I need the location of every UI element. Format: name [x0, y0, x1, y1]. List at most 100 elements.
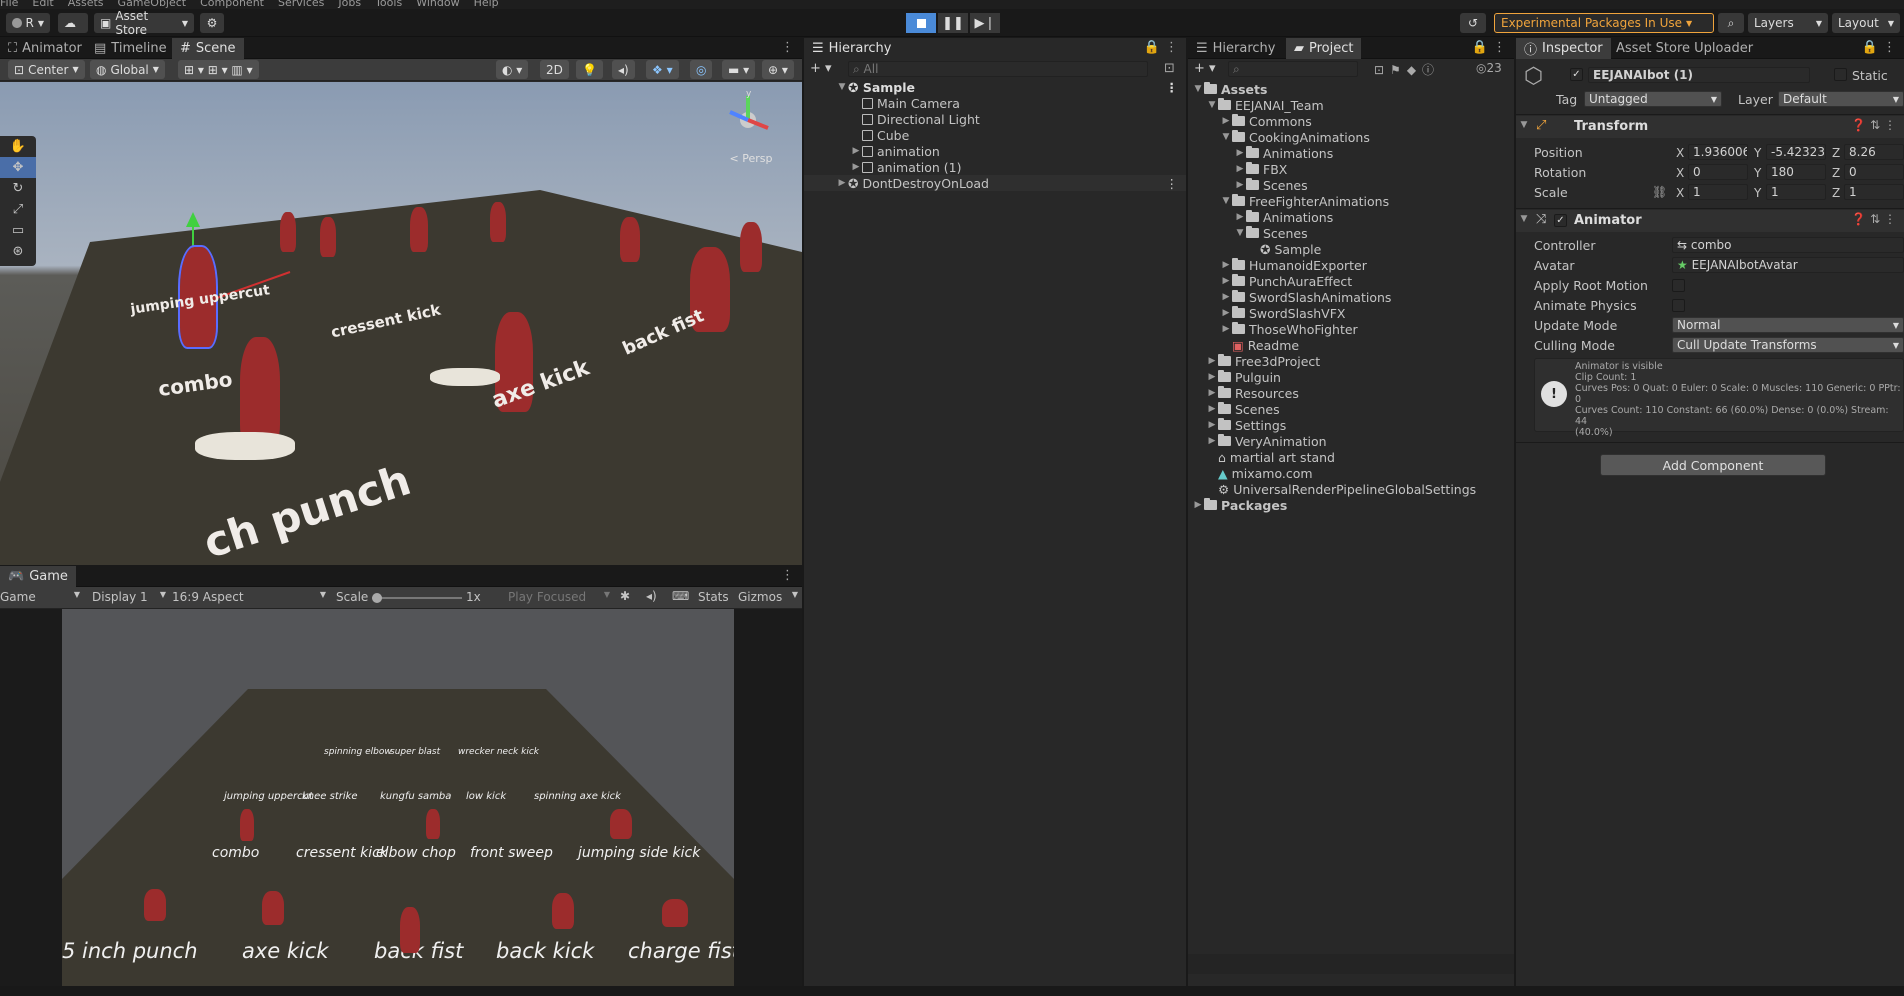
layout-dropdown[interactable]: Layout ▼ [1832, 13, 1900, 33]
tab-scene[interactable]: # Scene [172, 38, 244, 59]
tab-animator[interactable]: ⛶ Animator [0, 38, 90, 59]
physics-checkbox[interactable] [1672, 299, 1685, 312]
game-mode-dropdown[interactable]: Game ▼ [0, 590, 80, 604]
tree-item[interactable]: ⌂ martial art stand [1188, 449, 1514, 465]
culling-mode-dropdown[interactable]: Cull Update Transforms ▼ [1672, 337, 1904, 353]
active-checkbox[interactable]: ✓ [1570, 68, 1583, 81]
asset-store-button[interactable]: ▣ Asset Store ▼ [94, 9, 194, 37]
tree-item[interactable]: ▶ VeryAnimation [1188, 433, 1514, 449]
lock-icon[interactable]: 🔒 [1862, 40, 1878, 55]
pivot-dropdown[interactable]: ⊡ Center ▼ [8, 60, 85, 79]
hierarchy-search-input[interactable]: ⌕ All [848, 61, 1148, 77]
tree-item[interactable]: ⚙ UniversalRenderPipelineGlobalSettings [1188, 481, 1514, 497]
step-button[interactable]: ▶❘ [970, 13, 1000, 33]
rotation-x-field[interactable]: 0 [1688, 164, 1748, 180]
layer-dropdown[interactable]: Default ▼ [1778, 91, 1904, 107]
display-dropdown[interactable]: Display 1 ▼ [92, 590, 166, 604]
tree-item[interactable]: ▶ Animations [1188, 209, 1514, 225]
lighting-toggle[interactable]: 💡 [576, 60, 603, 79]
filter-icons[interactable]: ⊡⚑◆ⓘ [1374, 61, 1440, 78]
kebab-menu-icon[interactable]: ⋮ [1883, 40, 1896, 55]
constrain-proportions-icon[interactable]: ⛓ [1652, 185, 1667, 199]
menu-assets[interactable]: Assets [68, 0, 104, 9]
menu-jobs[interactable]: Jobs [338, 0, 361, 9]
hierarchy-item[interactable]: Main Camera [804, 95, 1186, 111]
scene-row-sample[interactable]: ▼ ✪ Sample ⋮ [804, 79, 1186, 95]
move-tool-icon[interactable]: ✥ [0, 157, 36, 178]
rotate-tool-icon[interactable]: ↻ [0, 178, 36, 199]
pause-button[interactable]: ❚❚ [938, 13, 968, 33]
cloud-button[interactable]: ☁ [58, 13, 88, 33]
hierarchy-item[interactable]: ▶ animation (1) [804, 159, 1186, 175]
game-viewport[interactable]: spinning elbow super blast wrecker neck … [62, 609, 734, 986]
static-checkbox[interactable] [1834, 68, 1847, 81]
menu-component[interactable]: Component [200, 0, 264, 9]
menu-services[interactable]: Services [278, 0, 324, 9]
kebab-menu-icon[interactable]: ⋮ [781, 40, 794, 55]
tab-game[interactable]: 🎮 Game [0, 566, 76, 587]
transform-tool-icon[interactable]: ⊛ [0, 241, 36, 262]
kebab-menu-icon[interactable]: ⋮ [1165, 40, 1178, 55]
character-figure[interactable] [410, 207, 428, 252]
kebab-menu-icon[interactable]: ⋮ [781, 568, 794, 583]
space-dropdown[interactable]: ◍ Global ▼ [90, 60, 165, 79]
create-button[interactable]: + ▾ [810, 61, 832, 76]
lock-icon[interactable]: 🔒 [1144, 40, 1160, 55]
play-focused-dropdown[interactable]: Play Focused ▼ [508, 590, 610, 604]
tree-item[interactable]: ▶ FBX [1188, 161, 1514, 177]
add-component-button[interactable]: Add Component [1600, 454, 1826, 476]
tree-item[interactable]: ▶ Scenes [1188, 401, 1514, 417]
kebab-menu-icon[interactable]: ⋮ [1166, 80, 1179, 95]
rotation-z-field[interactable]: 0 [1844, 164, 1904, 180]
rect-tool-icon[interactable]: ▭ [0, 220, 36, 241]
kebab-menu-icon[interactable]: ⋮ [1166, 176, 1179, 191]
menu-edit[interactable]: Edit [32, 0, 53, 9]
scale-x-field[interactable]: 1 [1688, 184, 1748, 200]
tab-inspector[interactable]: ⓘ Inspector [1516, 38, 1611, 59]
account-button[interactable]: R ▼ [6, 13, 50, 33]
object-name-field[interactable]: EEJANAIbot (1) [1588, 67, 1810, 83]
kebab-menu-icon[interactable]: ⋮ [1493, 40, 1506, 55]
orientation-gizmo[interactable]: y < Persp [716, 88, 786, 168]
hidden-count[interactable]: ◎23 [1476, 61, 1502, 75]
2d-toggle[interactable]: 2D [540, 60, 569, 79]
tab-timeline[interactable]: ▤ Timeline [86, 38, 175, 59]
tab-project[interactable]: ▰ Project [1286, 38, 1362, 59]
tab-asset-store-uploader[interactable]: Asset Store Uploader [1608, 38, 1761, 59]
tree-item[interactable]: ✪ Sample [1188, 241, 1514, 257]
tree-item[interactable]: ▶ Resources [1188, 385, 1514, 401]
bug-icon[interactable]: ✱ [620, 589, 630, 603]
mute-icon[interactable]: ◂) [646, 589, 657, 603]
root-motion-checkbox[interactable] [1672, 279, 1685, 292]
component-menu-icons[interactable]: ❓ ⇅ ⋮ [1851, 118, 1896, 132]
character-figure[interactable] [280, 212, 296, 252]
character-figure[interactable] [490, 202, 506, 242]
gizmos-button[interactable]: Gizmos ▼ [738, 590, 798, 604]
tree-item[interactable]: ▶ Free3dProject [1188, 353, 1514, 369]
scene-row-ddol[interactable]: ▶ ✪ DontDestroyOnLoad ⋮ [804, 175, 1186, 191]
transform-header[interactable]: ▼ ⤢ Transform ❓ ⇅ ⋮ [1516, 116, 1904, 138]
grid-snap-button[interactable]: ⊞ ▾ ⊞ ▾ ▥ ▾ [178, 60, 259, 79]
tree-item[interactable]: ▼ FreeFighterAnimations [1188, 193, 1514, 209]
shading-dropdown[interactable]: ◐ ▾ [496, 60, 529, 79]
menu-window[interactable]: Window [416, 0, 459, 9]
create-button[interactable]: + ▾ [1194, 61, 1216, 76]
position-y-field[interactable]: -5.42323 [1766, 144, 1826, 160]
tree-item[interactable]: ▶ SwordSlashAnimations [1188, 289, 1514, 305]
tree-item[interactable]: ▶ Settings [1188, 417, 1514, 433]
tree-item[interactable]: ▼ Scenes [1188, 225, 1514, 241]
character-figure[interactable] [740, 222, 762, 272]
hand-tool-icon[interactable]: ✋ [0, 136, 36, 157]
tree-item[interactable]: ▶ SwordSlashVFX [1188, 305, 1514, 321]
position-x-field[interactable]: 1.936006 [1688, 144, 1748, 160]
tree-item[interactable]: ▶ Scenes [1188, 177, 1514, 193]
scale-y-field[interactable]: 1 [1766, 184, 1826, 200]
tree-item[interactable]: ▶ ThoseWhoFighter [1188, 321, 1514, 337]
component-menu-icons[interactable]: ❓ ⇅ ⋮ [1851, 212, 1896, 226]
scale-tool-icon[interactable]: ⤢ [0, 199, 36, 220]
scene-viewport[interactable]: jumping uppercut combo cressent kick axe… [0, 82, 802, 565]
tab-hierarchy-2[interactable]: ☰ Hierarchy [1188, 38, 1284, 59]
tree-item[interactable]: ▶ PunchAuraEffect [1188, 273, 1514, 289]
persp-label[interactable]: < Persp [716, 152, 786, 165]
tag-dropdown[interactable]: Untagged ▼ [1584, 91, 1722, 107]
